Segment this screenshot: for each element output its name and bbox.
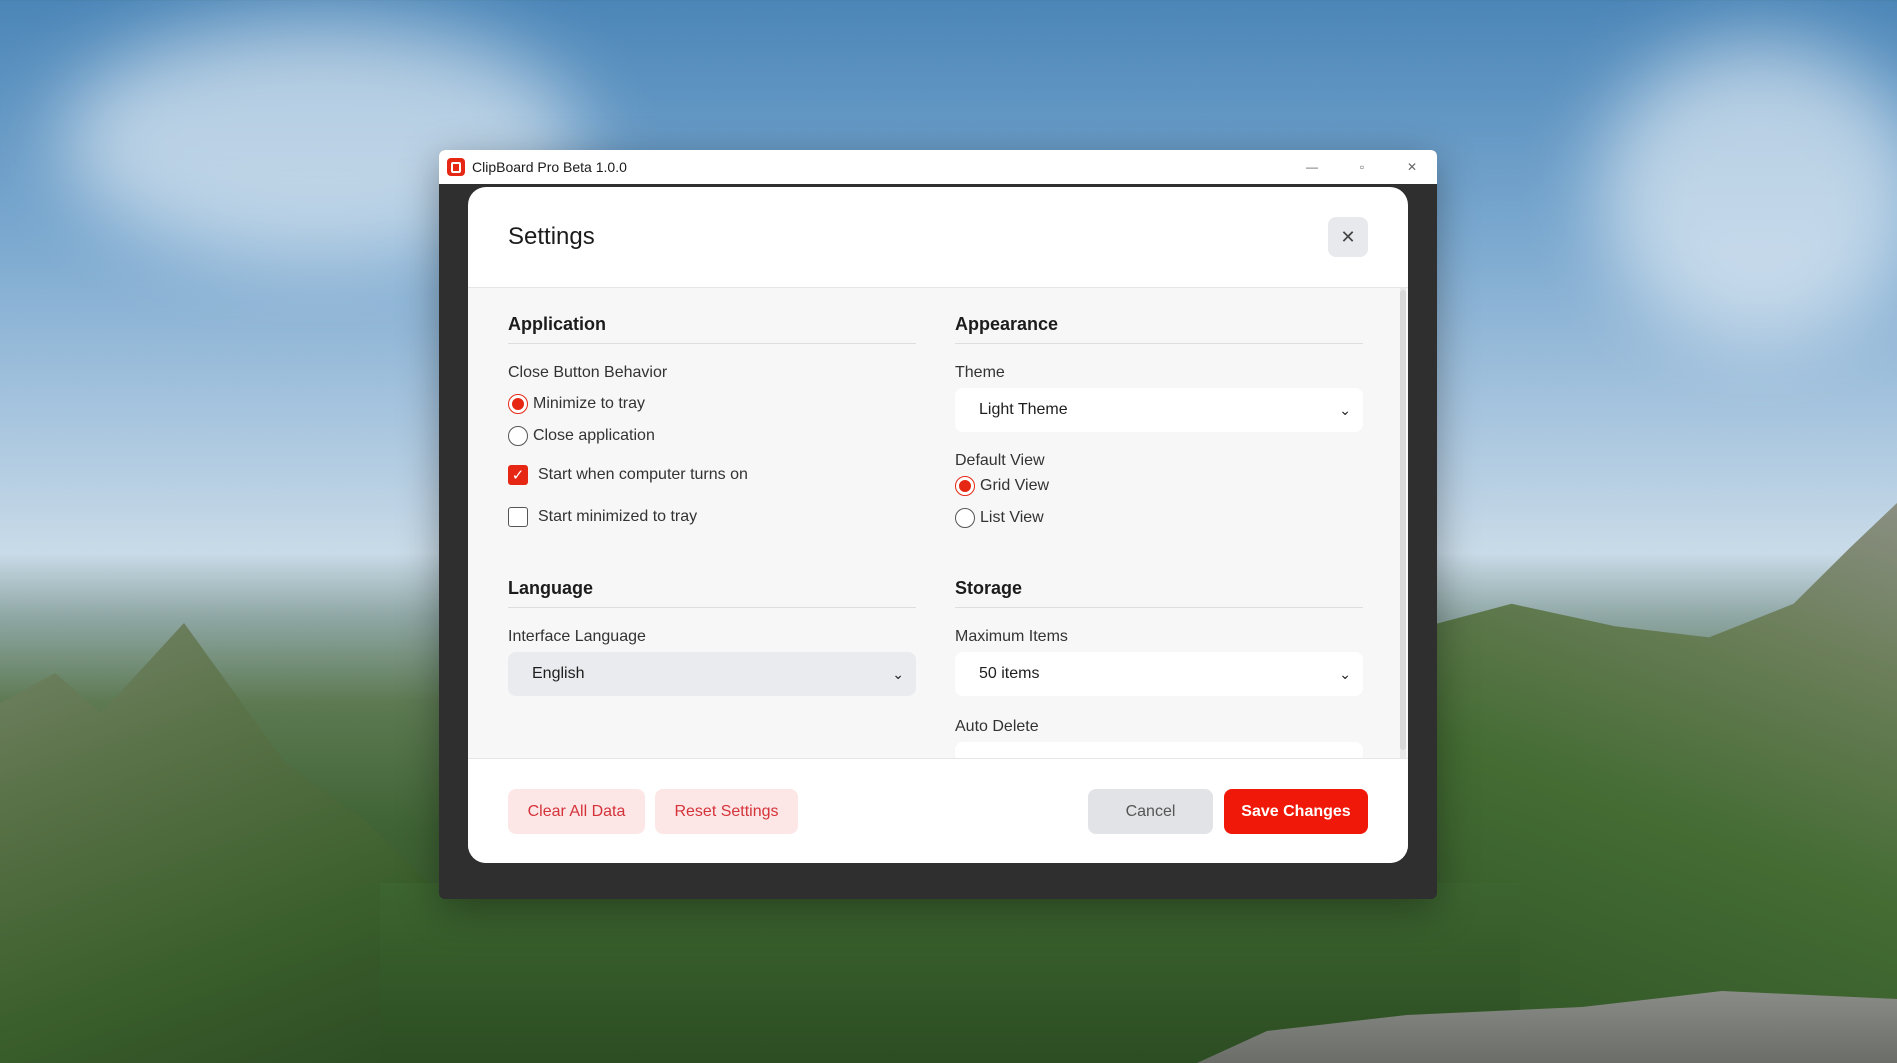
- language-value: English: [532, 665, 585, 682]
- save-changes-button[interactable]: Save Changes: [1224, 789, 1368, 834]
- dialog-header: Settings ✕: [468, 187, 1408, 288]
- settings-dialog: Settings ✕ Application Close Button Beha…: [468, 187, 1408, 863]
- appearance-section: Appearance Theme Light Theme ⌄ Default V…: [955, 314, 1363, 534]
- app-title: ClipBoard Pro Beta 1.0.0: [472, 159, 627, 175]
- close-behavior-label: Close Button Behavior: [508, 364, 668, 381]
- storage-section: Storage Maximum Items 50 items ⌄ Auto De…: [955, 578, 1363, 758]
- radio-selected-icon: [508, 394, 528, 414]
- section-title-language: Language: [508, 578, 916, 608]
- window-controls: — ▫ ✕: [1287, 150, 1437, 184]
- application-section: Application Close Button Behavior Minimi…: [508, 314, 916, 538]
- theme-label: Theme: [955, 364, 1005, 381]
- dialog-body[interactable]: Application Close Button Behavior Minimi…: [468, 288, 1408, 758]
- language-select[interactable]: English ⌄: [508, 652, 916, 696]
- radio-label: Grid View: [980, 477, 1050, 494]
- close-icon: ✕: [1340, 226, 1356, 247]
- checkbox-start-minimized[interactable]: Start minimized to tray: [508, 496, 916, 538]
- section-title-appearance: Appearance: [955, 314, 1363, 344]
- minimize-button[interactable]: —: [1287, 150, 1337, 184]
- radio-unselected-icon: [955, 508, 975, 528]
- clear-all-data-button[interactable]: Clear All Data: [508, 789, 645, 834]
- radio-close-application[interactable]: Close application: [508, 420, 916, 452]
- radio-label: Minimize to tray: [533, 395, 646, 412]
- checkbox-start-on-boot[interactable]: ✓ Start when computer turns on: [508, 454, 916, 496]
- window-close-button[interactable]: ✕: [1387, 150, 1437, 184]
- maximize-button[interactable]: ▫: [1337, 150, 1387, 184]
- app-window: ClipBoard Pro Beta 1.0.0 — ▫ ✕ Settings …: [439, 150, 1437, 899]
- radio-list-view[interactable]: List View: [955, 502, 1363, 534]
- radio-label: List View: [980, 509, 1044, 526]
- chevron-down-icon: ⌄: [1339, 665, 1351, 682]
- max-items-label: Maximum Items: [955, 628, 1068, 645]
- dialog-title: Settings: [508, 223, 595, 250]
- reset-settings-button[interactable]: Reset Settings: [655, 789, 798, 834]
- checkbox-label: Start minimized to tray: [538, 508, 698, 525]
- chevron-down-icon: ⌄: [1339, 401, 1351, 418]
- default-view-label: Default View: [955, 452, 1045, 469]
- auto-delete-label: Auto Delete: [955, 718, 1039, 735]
- scrollbar-thumb[interactable]: [1400, 290, 1406, 750]
- checkbox-label: Start when computer turns on: [538, 466, 748, 483]
- title-bar[interactable]: ClipBoard Pro Beta 1.0.0 — ▫ ✕: [439, 150, 1437, 184]
- cancel-button[interactable]: Cancel: [1088, 789, 1213, 834]
- radio-label: Close application: [533, 427, 655, 444]
- dialog-close-button[interactable]: ✕: [1328, 217, 1368, 257]
- radio-grid-view[interactable]: Grid View: [955, 470, 1363, 502]
- language-section: Language Interface Language English ⌄: [508, 578, 916, 696]
- interface-language-label: Interface Language: [508, 628, 646, 645]
- theme-select[interactable]: Light Theme ⌄: [955, 388, 1363, 432]
- checkmark-icon: ✓: [508, 465, 528, 485]
- max-items-select[interactable]: 50 items ⌄: [955, 652, 1363, 696]
- radio-unselected-icon: [508, 426, 528, 446]
- clipboard-icon: [447, 158, 465, 176]
- section-title-storage: Storage: [955, 578, 1363, 608]
- radio-selected-icon: [955, 476, 975, 496]
- background-cloud: [1600, 40, 1897, 340]
- max-items-value: 50 items: [979, 665, 1040, 682]
- radio-minimize-to-tray[interactable]: Minimize to tray: [508, 388, 916, 420]
- dialog-footer: Clear All Data Reset Settings Cancel Sav…: [468, 758, 1408, 863]
- auto-delete-select[interactable]: [955, 742, 1363, 758]
- chevron-down-icon: ⌄: [892, 665, 904, 682]
- theme-value: Light Theme: [979, 401, 1068, 418]
- section-title-application: Application: [508, 314, 916, 344]
- checkbox-empty-icon: [508, 507, 528, 527]
